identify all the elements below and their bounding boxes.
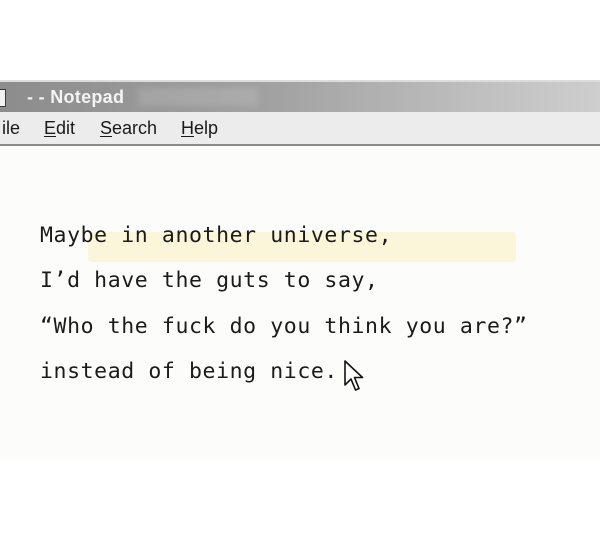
notepad-document-icon[interactable] (0, 89, 6, 107)
mouse-pointer-icon (344, 360, 364, 391)
title-bar-blur (138, 88, 258, 106)
menu-search-accel: S (100, 118, 113, 138)
menu-file-label: ile (2, 118, 21, 138)
editor-line: “Who the fuck do you think you are?” (40, 314, 528, 339)
menu-edit-rest: dit (56, 118, 76, 138)
menu-file[interactable]: ile (2, 118, 20, 139)
menu-help-rest: elp (194, 118, 219, 138)
menu-edit[interactable]: Edit (44, 118, 75, 139)
title-bar[interactable]: - - Notepad (0, 80, 600, 112)
editor-line: Maybe in another universe, (40, 223, 393, 248)
editor-line: instead of being nice. (40, 359, 338, 384)
menu-bar: ile Edit Search Help (0, 112, 600, 146)
text-editor-area[interactable] (0, 146, 600, 460)
editor-line: I’d have the guts to say, (40, 268, 379, 293)
menu-edit-accel: E (44, 118, 57, 138)
menu-help[interactable]: Help (181, 118, 218, 139)
menu-help-accel: H (181, 118, 194, 138)
window-title: - - Notepad (27, 87, 125, 107)
menu-search[interactable]: Search (100, 118, 157, 139)
menu-search-rest: earch (112, 118, 158, 138)
